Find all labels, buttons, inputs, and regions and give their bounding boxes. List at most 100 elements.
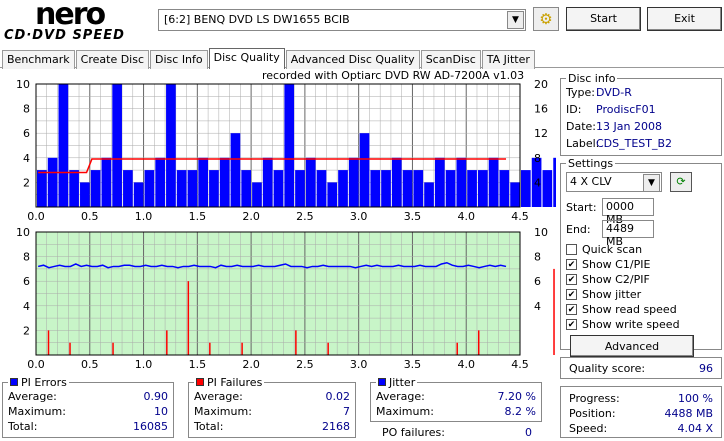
jitter-avg: 7.20 % [497, 390, 536, 403]
pi-errors-avg: 0.90 [143, 390, 169, 403]
pif-bar [553, 268, 555, 355]
cd-dvd-speed-logo: CD·DVD SPEED [4, 28, 125, 43]
pi-failures-title: PI Failures [207, 376, 263, 389]
speed-select[interactable]: 4 X CLV ▼ [566, 172, 662, 192]
exit-button[interactable]: Exit [647, 7, 722, 31]
total-label: Total: [8, 420, 38, 433]
avg-label: Average: [376, 390, 425, 403]
pi-errors-group: PI Errors Average: 0.90 Maximum: 10 Total:… [2, 376, 174, 438]
tab-benchmark[interactable]: Benchmark [2, 50, 75, 69]
checkbox-icon[interactable]: ✔ [566, 304, 577, 315]
tab-disc-info[interactable]: Disc Info [150, 50, 208, 69]
checkbox-icon[interactable]: ✔ [566, 289, 577, 300]
pie-bar [499, 170, 510, 207]
checkbox-label: Show jitter [582, 288, 642, 301]
chevron-down-icon[interactable]: ▼ [643, 174, 660, 192]
date-label: Date: [566, 120, 596, 133]
refresh-icon[interactable]: ⟳ [670, 172, 692, 192]
checkbox-show-c2-pif[interactable]: ✔ Show C2/PIF [566, 272, 716, 287]
pie-bar [316, 170, 327, 207]
pie-bar [521, 170, 531, 207]
x-tick-label: 3.5 [404, 358, 422, 371]
max-label: Maximum: [194, 405, 252, 418]
pie-bar [187, 170, 198, 207]
start-input[interactable]: 0000 MB [602, 198, 654, 226]
pie-bar [101, 157, 112, 207]
y-tick-label: 8 [23, 103, 30, 116]
refresh-drive-icon[interactable]: ⚙ [533, 7, 559, 31]
speed-label: Speed: [569, 422, 608, 435]
jitter-max: 8.2 % [504, 405, 536, 418]
pie-bar [553, 157, 556, 207]
pie-bar [273, 170, 284, 207]
start-label: Start: [566, 200, 597, 214]
pie-bar [219, 157, 230, 207]
po-failures-row: PO failures: 0 [382, 425, 532, 440]
checkbox-show-write-speed[interactable]: ✔ Show write speed [566, 317, 716, 332]
tab-create-disc[interactable]: Create Disc [75, 50, 150, 69]
pie-bar [37, 170, 47, 207]
pie-bar [47, 157, 58, 207]
checkbox-icon[interactable]: ✔ [566, 319, 577, 330]
pi-errors-max: 10 [154, 405, 168, 418]
speed-value: 4 X CLV [570, 175, 612, 188]
pie-bar [176, 170, 187, 207]
pie-bar [488, 157, 499, 207]
drive-select[interactable]: [6:2] BENQ DVD LS DW1655 BCIB ▼ [158, 9, 526, 31]
pie-bar [424, 182, 434, 207]
label-label: Label: [566, 137, 600, 150]
quality-score-value: 96 [699, 362, 713, 375]
pie-bar [166, 84, 176, 207]
advanced-button[interactable]: Advanced [570, 335, 694, 357]
pie-bar [370, 170, 381, 207]
tab-ta-jitter[interactable]: TA Jitter [481, 50, 535, 69]
drive-value: [6:2] BENQ DVD LS DW1655 BCIB [164, 13, 350, 26]
y2-tick-label: 8 [534, 251, 541, 264]
y-tick-label: 2 [23, 176, 30, 189]
chevron-down-icon[interactable]: ▼ [507, 11, 524, 29]
tab-disc-quality[interactable]: Disc Quality [208, 48, 285, 69]
position-label: Position: [569, 407, 616, 420]
checkbox-label: Show C2/PIF [582, 273, 650, 286]
x-tick-label: 3.0 [350, 210, 368, 223]
checkbox-label: Quick scan [582, 243, 643, 256]
progress-value: 100 % [678, 392, 713, 405]
pie-bar [58, 84, 69, 207]
settings-title: Settings [568, 157, 614, 170]
pi-failures-total: 2168 [322, 420, 350, 433]
checkbox-icon[interactable] [566, 244, 577, 255]
x-tick-label: 1.5 [189, 358, 207, 371]
quality-score-label: Quality score: [569, 362, 646, 375]
tab-scandisc[interactable]: ScanDisc [420, 50, 481, 69]
x-tick-label: 4.0 [457, 210, 475, 223]
checkbox-show-c1-pie[interactable]: ✔ Show C1/PIE [566, 257, 716, 272]
pi-failures-avg: 0.02 [325, 390, 351, 403]
position-value: 4488 MB [664, 407, 713, 420]
checkbox-show-jitter[interactable]: ✔ Show jitter [566, 287, 716, 302]
start-button[interactable]: Start [566, 7, 641, 31]
pif-bar [295, 330, 297, 355]
speed-value: 4.04 X [677, 422, 713, 435]
id-value: ProdiscF01 [596, 103, 656, 116]
type-label: Type: [566, 86, 595, 99]
checkbox-icon[interactable]: ✔ [566, 274, 577, 285]
pi-errors-chart: 0.0 0.5 1.0 1.5 2.0 2.5 3.0 3.5 4.0 4.5 2 4 6 8 10 4 8 12… [16, 78, 556, 223]
x-tick-label: 0.5 [81, 358, 99, 371]
pi-failures-group: PI Failures Average: 0.02 Maximum: 7 Total… [188, 376, 356, 438]
progress-panel: Progress: 100 % Position: 4488 MB Speed: 4.… [560, 386, 722, 438]
checkbox-icon[interactable]: ✔ [566, 259, 577, 270]
pie-bar [391, 157, 402, 207]
pie-bar [477, 170, 488, 207]
pif-bar [112, 342, 114, 355]
end-input[interactable]: 4489 MB [602, 220, 654, 248]
pie-bar [467, 170, 477, 207]
x-tick-label: 4.5 [511, 358, 529, 371]
disc-info-title: Disc info [568, 72, 616, 85]
y-tick-label: 10 [16, 226, 30, 239]
x-tick-label: 2.5 [296, 210, 314, 223]
tab-advanced-disc-quality[interactable]: Advanced Disc Quality [285, 50, 420, 69]
checkbox-show-read-speed[interactable]: ✔ Show read speed [566, 302, 716, 317]
po-failures-value: 0 [525, 426, 532, 439]
checkbox-quick-scan[interactable]: Quick scan [566, 242, 716, 257]
checkbox-label: Show read speed [582, 303, 677, 316]
